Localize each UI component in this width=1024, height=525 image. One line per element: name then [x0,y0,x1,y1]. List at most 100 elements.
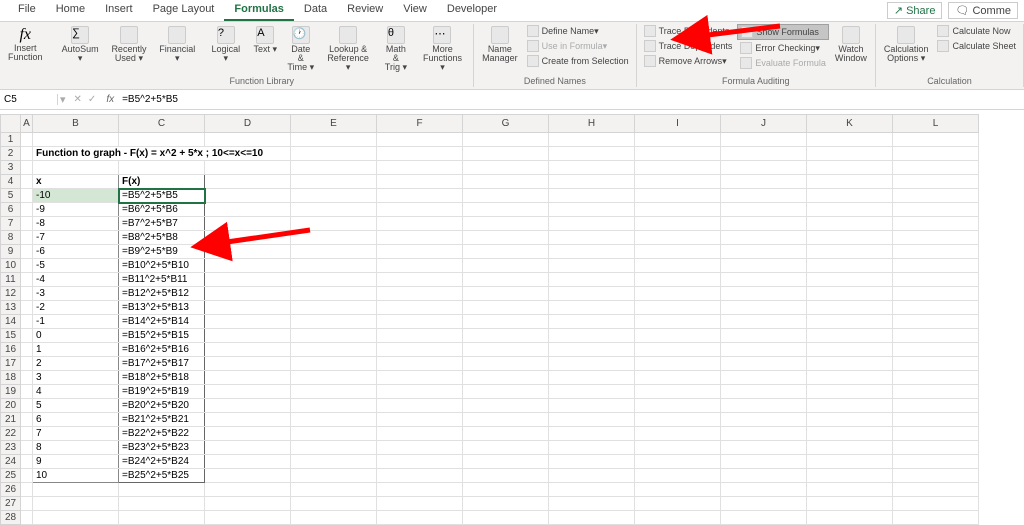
cell-b11[interactable]: -4 [33,273,119,287]
cell[interactable] [893,441,979,455]
define-name-button[interactable]: Define Name ▾ [524,24,632,38]
cell[interactable] [291,441,377,455]
cell[interactable] [377,427,463,441]
cell[interactable] [635,413,721,427]
financial-button[interactable]: Financial ▾ [152,24,202,65]
cell[interactable] [377,287,463,301]
cell[interactable] [291,287,377,301]
col-header-d[interactable]: D [205,115,291,133]
cell[interactable] [807,455,893,469]
cell[interactable] [721,133,807,147]
cell[interactable] [119,497,205,511]
col-header-h[interactable]: H [549,115,635,133]
cell[interactable] [807,427,893,441]
cell[interactable] [635,483,721,497]
cell[interactable] [377,161,463,175]
cell[interactable] [205,287,291,301]
use-in-formula-button[interactable]: Use in Formula ▾ [524,39,632,53]
col-header-a[interactable]: A [21,115,33,133]
cell[interactable] [549,371,635,385]
cell[interactable] [549,189,635,203]
cell[interactable] [377,133,463,147]
cell[interactable] [635,287,721,301]
cell[interactable] [463,455,549,469]
cell-c17[interactable]: =B17^2+5*B17 [119,357,205,371]
cell[interactable] [635,147,721,161]
cell-b7[interactable]: -8 [33,217,119,231]
row-header[interactable]: 6 [1,203,21,217]
cell[interactable] [33,133,119,147]
cell[interactable] [21,161,33,175]
cell[interactable] [463,357,549,371]
cell[interactable] [549,343,635,357]
cell[interactable] [807,329,893,343]
cell[interactable] [721,287,807,301]
cell[interactable] [377,203,463,217]
cell[interactable] [205,203,291,217]
cell[interactable] [377,175,463,189]
cell[interactable] [807,497,893,511]
cell[interactable] [377,147,463,161]
cell[interactable] [807,399,893,413]
name-manager-button[interactable]: Name Manager [478,24,522,65]
col-header-j[interactable]: J [721,115,807,133]
cell[interactable] [807,315,893,329]
cell[interactable] [463,189,549,203]
cell[interactable] [549,385,635,399]
cell[interactable] [463,413,549,427]
cell[interactable] [291,483,377,497]
cell[interactable] [549,469,635,483]
cell[interactable] [291,175,377,189]
cell[interactable] [807,441,893,455]
cell[interactable] [549,203,635,217]
cell[interactable] [291,133,377,147]
cell-b4[interactable]: x [33,175,119,189]
cell[interactable] [807,483,893,497]
cell[interactable] [893,483,979,497]
tab-view[interactable]: View [393,0,437,21]
col-header-c[interactable]: C [119,115,205,133]
cell[interactable] [205,511,291,525]
cell[interactable] [635,315,721,329]
cell[interactable] [21,483,33,497]
cell[interactable] [291,301,377,315]
cell[interactable] [291,315,377,329]
cell[interactable] [463,469,549,483]
cell[interactable] [635,231,721,245]
tab-formulas[interactable]: Formulas [224,0,294,21]
cell[interactable] [549,231,635,245]
cell[interactable] [807,343,893,357]
cell[interactable] [721,217,807,231]
cell[interactable] [721,413,807,427]
cell[interactable] [463,497,549,511]
cell[interactable] [291,511,377,525]
cell[interactable] [291,413,377,427]
cell[interactable] [205,161,291,175]
cell-b24[interactable]: 9 [33,455,119,469]
title-cell[interactable]: Function to graph - F(x) = x^2 + 5*x ; 1… [33,147,291,161]
cell[interactable] [893,469,979,483]
cell[interactable] [549,133,635,147]
cell[interactable] [377,231,463,245]
cell[interactable] [463,161,549,175]
cell[interactable] [635,371,721,385]
cell[interactable] [807,385,893,399]
tab-file[interactable]: File [8,0,46,21]
cell[interactable] [205,385,291,399]
cell[interactable] [635,175,721,189]
cell-c21[interactable]: =B21^2+5*B21 [119,413,205,427]
row-header[interactable]: 13 [1,301,21,315]
cell[interactable] [205,427,291,441]
row-header[interactable]: 17 [1,357,21,371]
cell[interactable] [205,455,291,469]
tab-insert[interactable]: Insert [95,0,143,21]
cell[interactable] [291,455,377,469]
cell[interactable] [635,329,721,343]
row-header[interactable]: 15 [1,329,21,343]
cell[interactable] [205,399,291,413]
cancel-icon[interactable]: ✕ [74,94,82,105]
cell[interactable] [33,511,119,525]
cell[interactable] [119,161,205,175]
cell[interactable] [635,343,721,357]
cell[interactable] [807,287,893,301]
